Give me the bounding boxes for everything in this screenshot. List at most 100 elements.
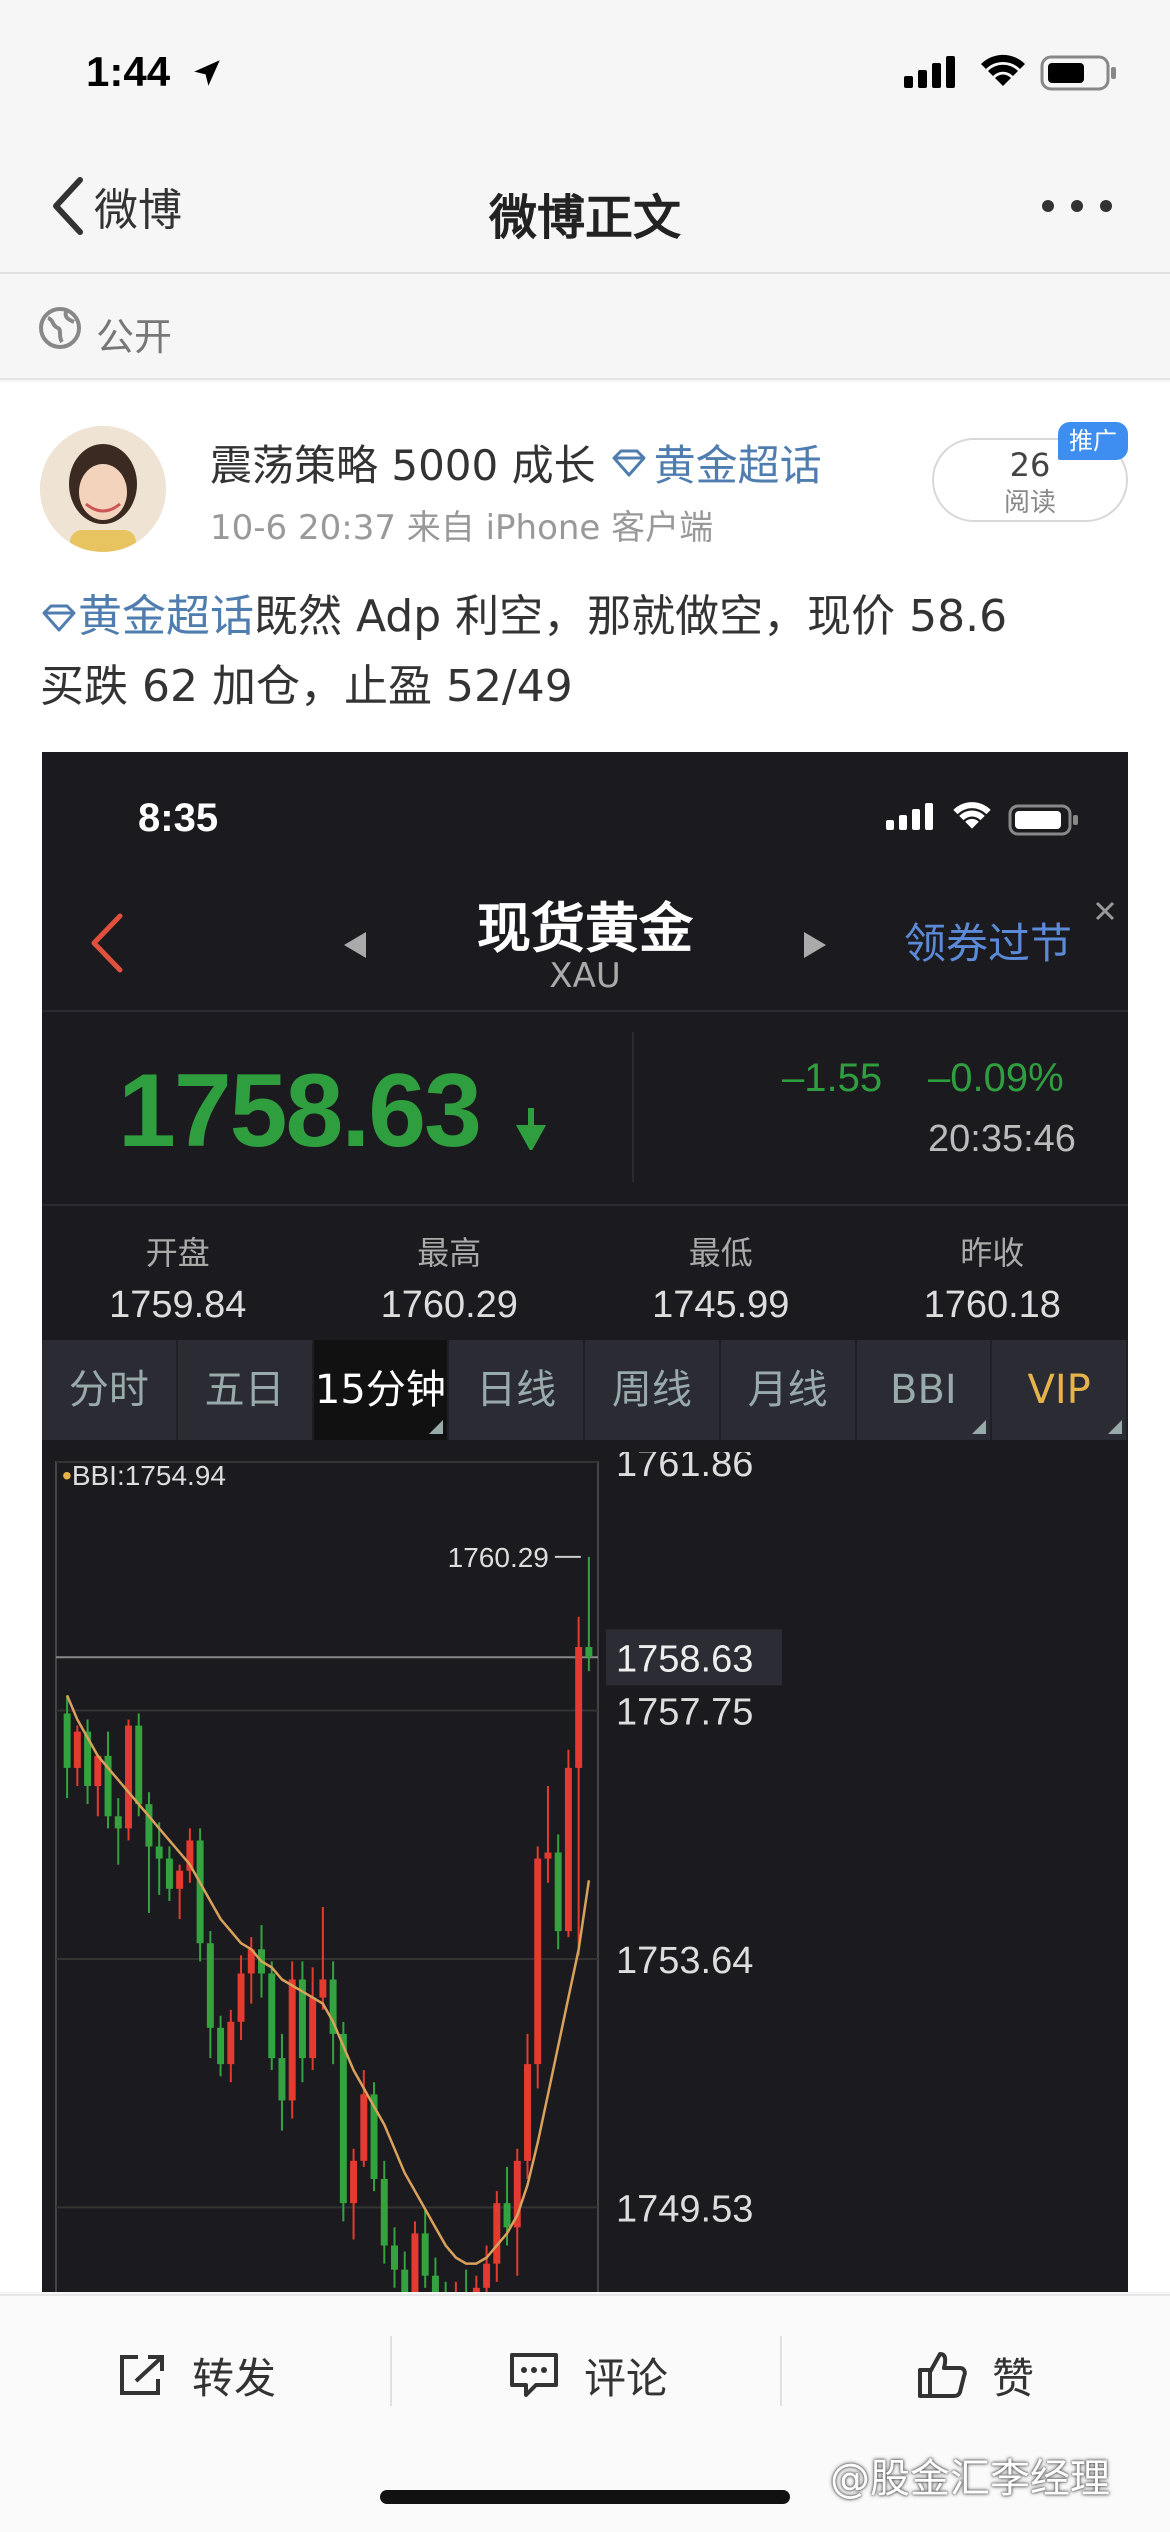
image-status-time: 8:35: [138, 796, 219, 840]
period-tabs: 分时 五日 15分钟 日线 周线 月线 BBI VIP: [42, 1340, 1128, 1440]
coupon-promo-link[interactable]: 领券过节: [904, 910, 1072, 971]
home-indicator: [380, 2490, 790, 2504]
close-icon[interactable]: [1092, 898, 1118, 924]
tab-daily[interactable]: 日线: [449, 1340, 585, 1440]
tab-bbi[interactable]: BBI: [857, 1340, 993, 1440]
candlestick-chart[interactable]: 1761.86 1757.75 1753.64 1749.53 1758.63 1760.…: [42, 1443, 1128, 2292]
arrow-down-icon: [516, 1108, 546, 1150]
tab-intraday[interactable]: 分时: [42, 1340, 178, 1440]
tab-monthly[interactable]: 月线: [721, 1340, 857, 1440]
tab-weekly[interactable]: 周线: [585, 1340, 721, 1440]
cellular-signal-icon: [886, 803, 933, 830]
y-tick-label: 1757.75: [616, 1691, 753, 1733]
post-text: 黄金超话既然 Adp 利空，那就做空，现价 58.6 买跌 62 加仓，止盈 5…: [40, 582, 1140, 722]
dropdown-corner-icon: [429, 1420, 444, 1434]
diamond-icon: [612, 449, 646, 476]
bbi-line: [65, 1694, 591, 2265]
candle-body: [493, 2203, 501, 2264]
author-name[interactable]: 震荡策略 5000 成长: [210, 432, 596, 493]
divider: [390, 2336, 392, 2406]
post-image[interactable]: 8:35 现货黄金 XAU 领券过节 1758.63 –1.55 –0.09%: [42, 752, 1128, 2292]
high-annotation-label: 1760.29: [448, 1542, 549, 1573]
like-label: 赞: [992, 2353, 1035, 2403]
candle-body: [176, 1870, 184, 1889]
thumbs-up-icon: [918, 2352, 967, 2398]
candle-body: [411, 2233, 419, 2292]
candle-body: [360, 2094, 368, 2161]
bbi-dot: •: [62, 1460, 72, 1491]
tab-15-minute[interactable]: 15分钟: [313, 1340, 450, 1440]
candle-body: [227, 2021, 235, 2065]
bbi-value: BBI:1754.94: [71, 1460, 226, 1491]
stat-label: 开盘: [145, 1234, 210, 1272]
candle-body: [391, 2245, 398, 2270]
tab-label: 15分钟: [314, 1367, 446, 1413]
post-text-line1: 既然 Adp 利空，那就做空，现价 58.6: [254, 591, 1008, 642]
y-tick-label: 1749.53: [616, 2188, 753, 2230]
divider: [780, 2336, 782, 2406]
action-bar: 转发 评论 赞 @股金汇李经理: [0, 2294, 1170, 2532]
price-panel: 1758.63 –1.55 –0.09% 20:35:46: [42, 1010, 1128, 1206]
candle-body: [309, 1997, 317, 2059]
like-button[interactable]: 赞: [916, 2340, 1034, 2410]
candle-body: [206, 1943, 214, 2028]
candle-body: [165, 1858, 173, 1889]
candle-body: [135, 1725, 143, 1805]
candle-body: [237, 1973, 245, 2022]
tab-five-day[interactable]: 五日: [178, 1340, 314, 1440]
y-tick-label: 1753.64: [616, 1940, 753, 1982]
candle-body: [319, 1979, 327, 1998]
candle-body: [575, 1646, 583, 1768]
candle-body: [564, 1767, 572, 1932]
status-bar: 1:44: [0, 0, 1170, 140]
candle-body: [554, 1852, 562, 1932]
candle-body: [125, 1725, 132, 1829]
super-topic-label: 黄金超话: [653, 441, 822, 490]
stat-open: 开盘 1759.84: [42, 1208, 314, 1338]
triangle-right-icon[interactable]: [802, 930, 828, 960]
read-label: 阅读: [1003, 488, 1056, 518]
repost-button[interactable]: 转发: [116, 2340, 276, 2410]
dropdown-corner-icon: [1108, 1420, 1122, 1434]
battery-icon: [1040, 55, 1116, 91]
price-stats: 开盘 1759.84 最高 1760.29 最低 1745.99 昨收 1760…: [42, 1208, 1128, 1338]
avatar[interactable]: [40, 426, 166, 552]
comment-button[interactable]: 评论: [508, 2340, 668, 2410]
candle-body: [472, 2287, 480, 2292]
candle-body: [503, 2203, 511, 2228]
comment-icon: [510, 2353, 558, 2397]
candle-body: [268, 1973, 276, 2059]
candle-body: [217, 2027, 225, 2065]
candle-body: [483, 2263, 491, 2288]
more-options-icon[interactable]: [1040, 198, 1114, 214]
stat-label: 昨收: [960, 1234, 1025, 1272]
super-topic-tag[interactable]: 黄金超话: [610, 432, 822, 493]
globe-icon: [39, 307, 81, 349]
candle-body: [339, 2033, 347, 2204]
avatar-image: [40, 426, 166, 552]
candle-body: [145, 1804, 153, 1847]
candle-body: [524, 2064, 531, 2161]
stat-value: 1760.18: [923, 1284, 1061, 1326]
candle-body: [288, 1979, 296, 2101]
candle-body: [534, 1858, 542, 2065]
price-change-percent: –0.09%: [928, 1056, 1064, 1100]
cellular-signal-icon: [904, 56, 955, 88]
price-change: –1.55: [782, 1056, 883, 1100]
candle-body: [155, 1846, 163, 1859]
y-tick-label: 1761.86: [616, 1452, 753, 1485]
tab-vip[interactable]: VIP: [992, 1340, 1128, 1440]
stat-high: 最高 1760.29: [314, 1208, 586, 1338]
current-price: 1758.63: [118, 1053, 482, 1169]
post-text-line2: 买跌 62 加仓，止盈 52/49: [40, 661, 573, 712]
candle-body: [114, 1816, 122, 1829]
stat-label: 最低: [688, 1234, 753, 1272]
stat-value: 1759.84: [109, 1284, 247, 1326]
tab-label: VIP: [1027, 1367, 1091, 1413]
candle-body: [350, 2160, 358, 2204]
author-row: 震荡策略 5000 成长 黄金超话: [210, 432, 822, 493]
candle-body: [278, 2058, 286, 2101]
wifi-icon: [953, 802, 991, 829]
post-topic-link[interactable]: 黄金超话: [78, 591, 254, 642]
candle-body: [380, 2178, 388, 2246]
